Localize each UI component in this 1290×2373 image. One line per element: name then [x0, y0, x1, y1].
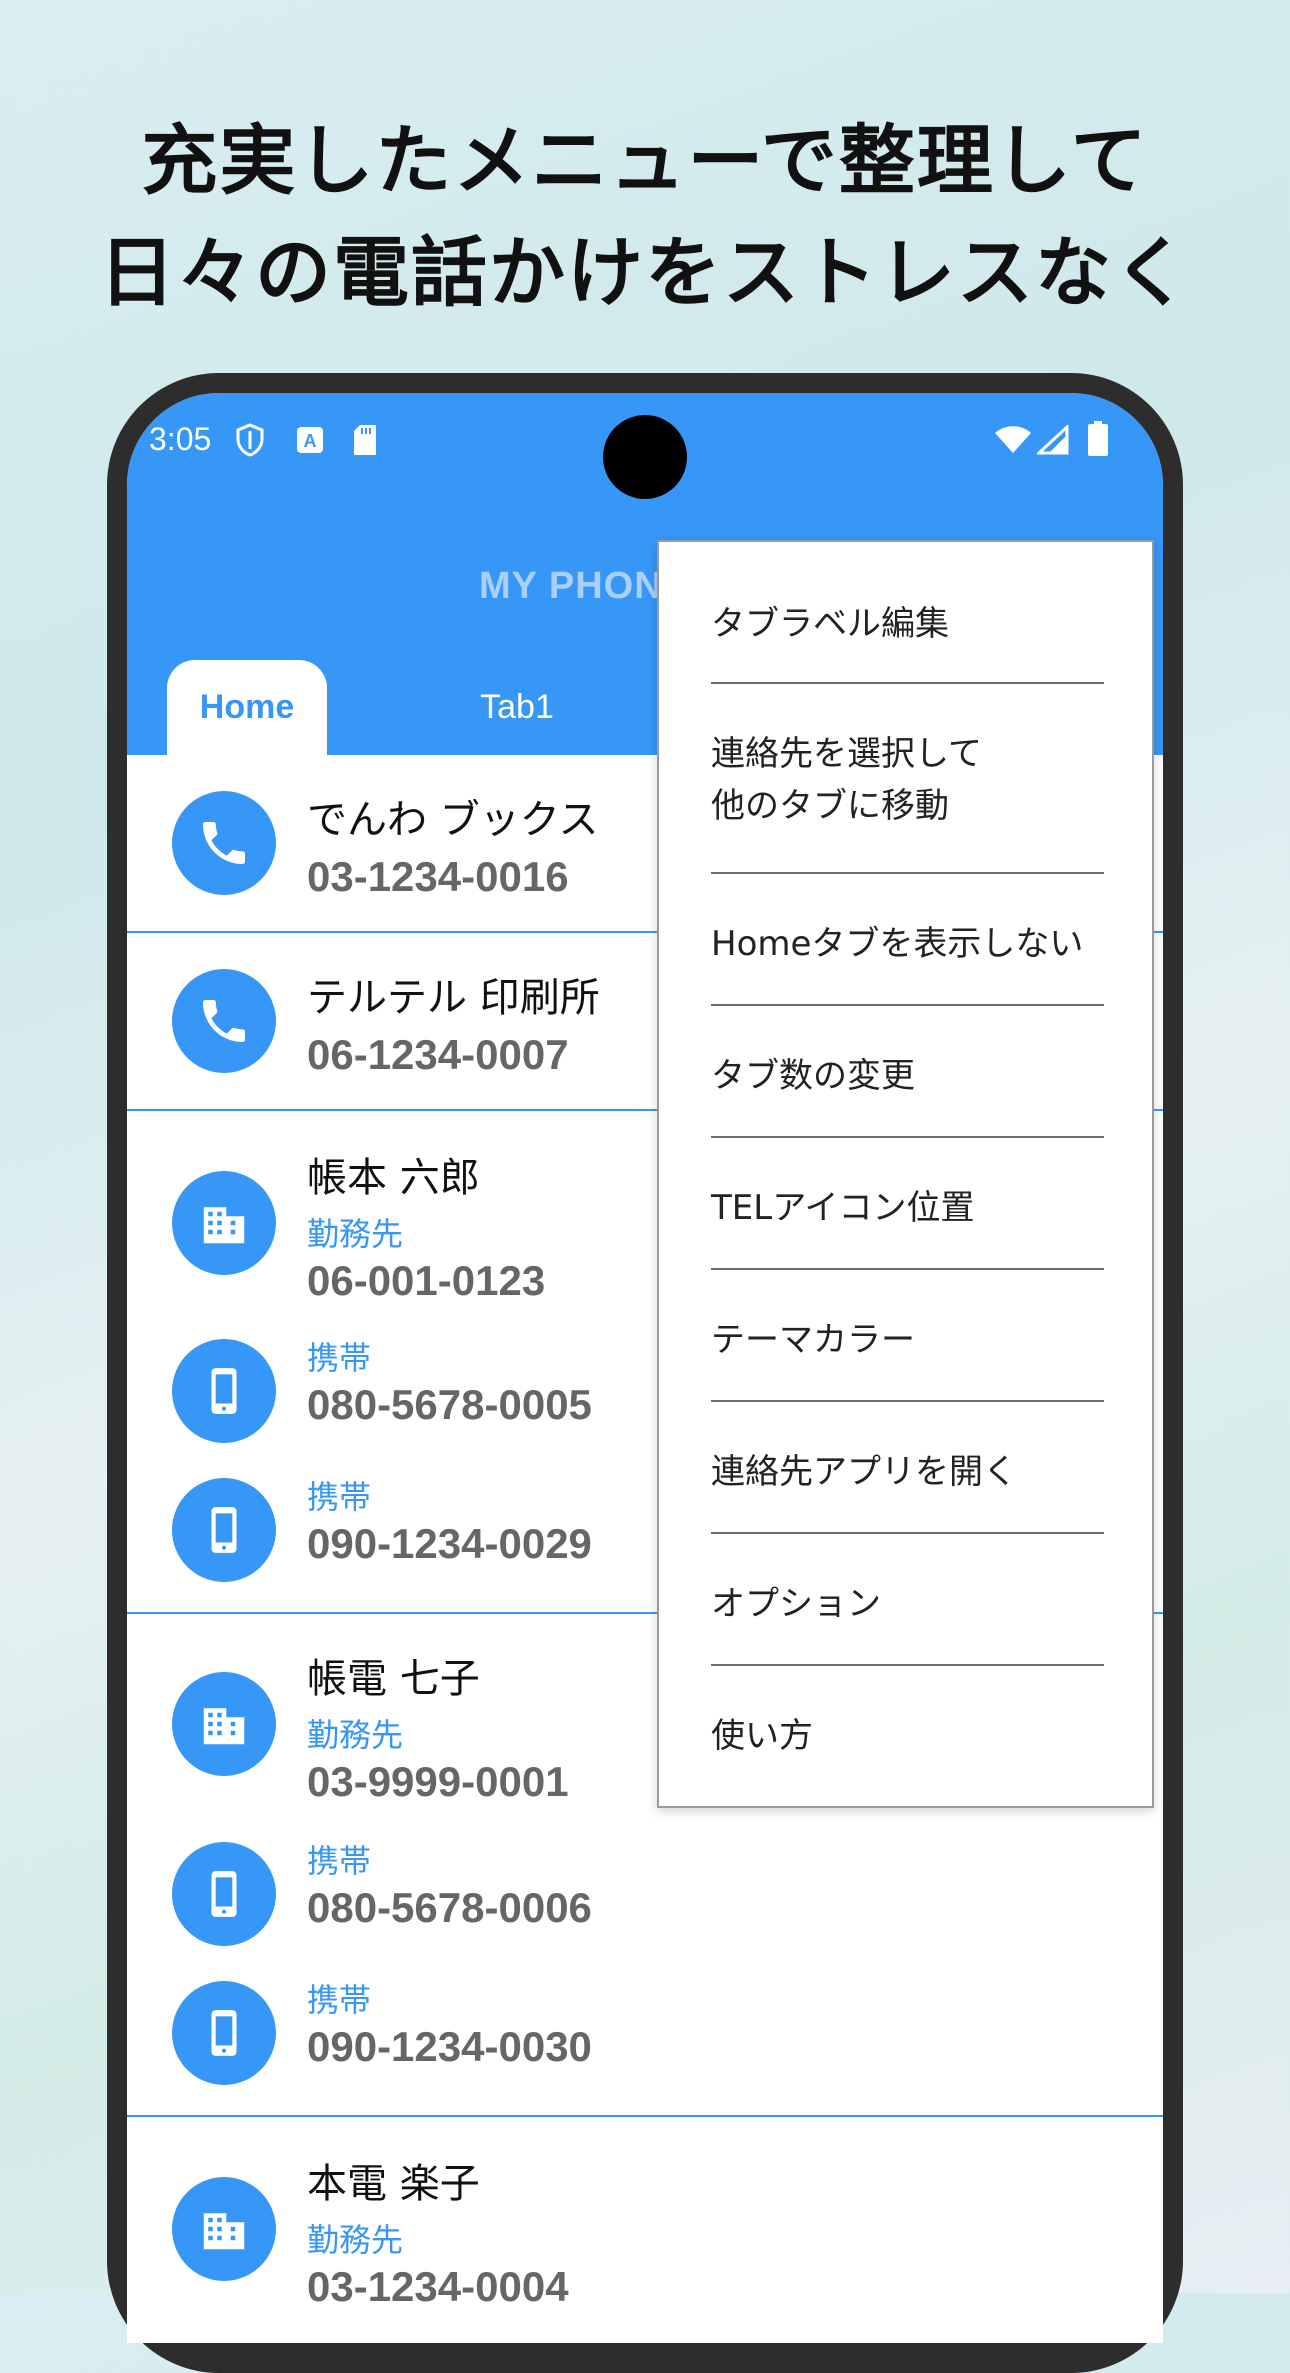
phone-icon[interactable]	[172, 791, 276, 895]
phone-number: 080-5678-0005	[307, 1381, 592, 1428]
phone-number: 090-1234-0029	[307, 1520, 592, 1567]
contact-entry[interactable]: 携帯 090-1234-0030	[127, 1971, 1163, 2110]
wifi-icon	[993, 425, 1033, 459]
phone-number: 03-1234-0016	[307, 853, 569, 900]
menu-divider	[711, 872, 1104, 874]
mobile-icon[interactable]	[172, 1842, 276, 1946]
headline-line-1: 充実したメニューで整理して	[141, 116, 1149, 205]
contact-entry[interactable]: 本電 楽子 勤務先 03-1234-0004	[127, 2117, 1163, 2337]
shield-icon	[235, 423, 265, 461]
headline-line-2: 日々の電話かけをストレスなく	[99, 228, 1191, 317]
menu-divider	[711, 682, 1104, 684]
menu-divider	[711, 1004, 1104, 1006]
building-icon[interactable]	[172, 1171, 276, 1275]
phone-number: 06-001-0123	[307, 1257, 546, 1304]
status-bar: 3:05 A	[127, 393, 1163, 499]
menu-divider	[711, 1136, 1104, 1138]
contact-name: テルテル 印刷所	[307, 975, 600, 1021]
building-icon[interactable]	[172, 2177, 276, 2281]
menu-item-move-contacts[interactable]: 連絡先を選択して 他のタブに移動	[711, 728, 1104, 832]
svg-text:A: A	[304, 431, 317, 451]
app-title: MY PHON	[479, 565, 663, 607]
menu-item-hide-home-tab[interactable]: Homeタブを表示しない	[711, 918, 1104, 970]
phone-number: 03-1234-0004	[307, 2263, 569, 2310]
contact-name: 帳本 六郎	[307, 1155, 480, 1201]
overflow-menu: タブラベル編集 連絡先を選択して 他のタブに移動 Homeタブを表示しない タブ…	[657, 540, 1154, 1808]
menu-item-tab-count[interactable]: タブ数の変更	[711, 1050, 1104, 1102]
tab-home[interactable]: Home	[167, 660, 327, 755]
phone-number: 090-1234-0030	[307, 2023, 592, 2070]
signal-icon	[1035, 423, 1069, 459]
sd-card-icon	[351, 423, 379, 461]
contact-name: 帳電 七子	[307, 1656, 480, 1702]
a-icon: A	[295, 425, 325, 459]
menu-item-open-contacts-app[interactable]: 連絡先アプリを開く	[711, 1446, 1104, 1498]
phone-number: 03-9999-0001	[307, 1758, 569, 1805]
menu-item-how-to-use[interactable]: 使い方	[711, 1710, 1104, 1762]
status-time: 3:05	[149, 421, 212, 457]
mobile-icon[interactable]	[172, 1339, 276, 1443]
phone-label: 携帯	[307, 1478, 372, 1516]
menu-divider	[711, 1268, 1104, 1270]
contact-name: 本電 楽子	[307, 2161, 480, 2207]
menu-item-tel-icon-position[interactable]: TELアイコン位置	[711, 1182, 1104, 1234]
front-camera	[603, 415, 687, 499]
building-icon[interactable]	[172, 1672, 276, 1776]
battery-icon	[1087, 421, 1109, 461]
tab-tab1[interactable]: Tab1	[427, 660, 607, 755]
phone-icon[interactable]	[172, 969, 276, 1073]
contact-name: でんわ ブックス	[307, 797, 599, 843]
phone-label: 勤務先	[307, 1215, 404, 1253]
menu-divider	[711, 1664, 1104, 1666]
menu-divider	[711, 1400, 1104, 1402]
phone-label: 携帯	[307, 1981, 372, 2019]
phone-number: 06-1234-0007	[307, 1031, 569, 1078]
menu-item-options[interactable]: オプション	[711, 1578, 1104, 1630]
mobile-icon[interactable]	[172, 1981, 276, 2085]
contact-item[interactable]: 本電 楽子 勤務先 03-1234-0004	[127, 2117, 1163, 2337]
phone-label: 携帯	[307, 1842, 372, 1880]
menu-divider	[711, 1532, 1104, 1534]
menu-item-theme-color[interactable]: テーマカラー	[711, 1314, 1104, 1366]
menu-item-edit-tab-labels[interactable]: タブラベル編集	[711, 598, 1104, 650]
contact-entry[interactable]: 携帯 080-5678-0006	[127, 1832, 1163, 1971]
headline: 充実したメニューで整理して 日々の電話かけをストレスなく	[0, 105, 1290, 329]
phone-label: 携帯	[307, 1339, 372, 1377]
phone-number: 080-5678-0006	[307, 1884, 592, 1931]
phone-label: 勤務先	[307, 2221, 404, 2259]
phone-label: 勤務先	[307, 1716, 404, 1754]
mobile-icon[interactable]	[172, 1478, 276, 1582]
